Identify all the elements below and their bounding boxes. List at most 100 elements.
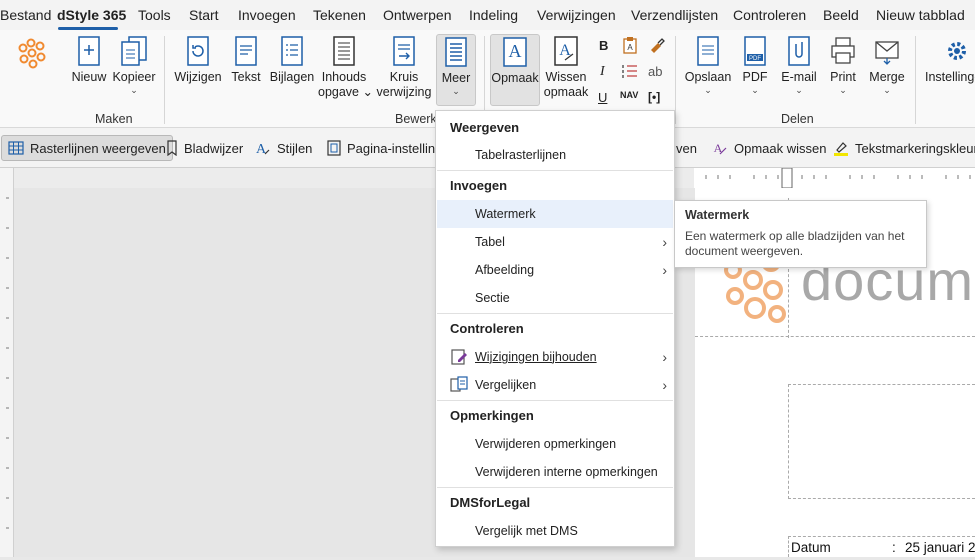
dstyle-logo-icon: [16, 38, 46, 73]
tekst-button[interactable]: Tekst: [228, 36, 264, 85]
opmaak-wissen-label: Opmaak wissen: [734, 140, 827, 156]
tab-ontwerpen[interactable]: Ontwerpen: [383, 7, 451, 23]
chevron-right-icon: ›: [662, 377, 667, 393]
nav-button[interactable]: NAV: [620, 90, 638, 100]
datum-colon: :: [892, 540, 896, 555]
bladwijzer-button[interactable]: Bladwijzer: [166, 135, 243, 161]
wissen-label-2: opmaak: [543, 85, 589, 99]
menu-item-label: Verwijderen interne opmerkingen: [475, 465, 658, 479]
kopieer-button[interactable]: Kopieer ⌄: [111, 36, 157, 95]
ribbon-separator: [675, 36, 676, 124]
tab-verwijzingen[interactable]: Verwijzingen: [537, 7, 616, 23]
tab-tools[interactable]: Tools: [138, 7, 171, 23]
chevron-right-icon: ›: [662, 349, 667, 365]
tab-dstyle365[interactable]: dStyle 365: [57, 7, 126, 23]
format-painter-icon[interactable]: [648, 36, 666, 57]
tooltip-description: Een watermerk op alle bladzijden van het…: [685, 229, 905, 258]
menu-item-label: Verwijderen opmerkingen: [475, 437, 617, 451]
nieuw-button[interactable]: Nieuw: [70, 36, 108, 85]
copy-document-icon: [121, 36, 147, 66]
ribbon-separator: [164, 36, 165, 124]
email-button[interactable]: E-mail ⌄: [778, 36, 820, 95]
print-button[interactable]: Print ⌄: [826, 36, 860, 95]
menu-item-vergelijk-met-dms[interactable]: Vergelijk met DMS: [437, 517, 673, 545]
inhoudsopgave-label-1: Inhouds: [321, 70, 367, 84]
tab-start[interactable]: Start: [189, 7, 219, 23]
rasterlijnen-weergeven-button[interactable]: Rasterlijnen weergeven: [1, 135, 173, 161]
opmaak-button[interactable]: A Opmaak: [490, 34, 540, 106]
tab-tekenen[interactable]: Tekenen: [313, 7, 366, 23]
tab-indeling[interactable]: Indeling: [469, 7, 518, 23]
numbered-list-icon[interactable]: [621, 62, 639, 83]
menu-item-tabel[interactable]: Tabel ›: [437, 228, 673, 256]
opmaak-wissen-button[interactable]: A Opmaak wissen: [712, 135, 827, 161]
tab-bestand[interactable]: Bestand: [0, 7, 51, 23]
pagina-instelling-button[interactable]: Pagina-instelling: [327, 135, 442, 161]
menu-item-verwijderen-opmerkingen[interactable]: Verwijderen opmerkingen: [437, 430, 673, 458]
wijzigen-button[interactable]: Wijzigen: [174, 36, 222, 85]
wissen-opmaak-button[interactable]: A Wissen opmaak: [542, 36, 590, 100]
meer-dropdown-menu: Weergeven Tabelrasterlijnen Invoegen Wat…: [435, 110, 675, 547]
menu-item-sectie[interactable]: Sectie: [437, 284, 673, 312]
tab-verzendlijsten[interactable]: Verzendlijsten: [631, 7, 718, 23]
menu-item-vergelijken[interactable]: Vergelijken ›: [437, 371, 673, 399]
paste-format-icon[interactable]: A: [621, 36, 639, 57]
section-header-dmsforlegal: DMSforLegal: [450, 495, 531, 510]
bijlagen-button[interactable]: Bijlagen: [268, 36, 316, 85]
clear-style-icon: A: [554, 36, 578, 66]
chevron-down-icon: ⌄: [883, 85, 891, 95]
menu-item-label: Tabel: [475, 235, 505, 249]
field-bracket-button[interactable]: [•]: [648, 90, 660, 104]
email-label: E-mail: [781, 70, 817, 84]
inhoudsopgave-label-2: opgave ⌄: [318, 85, 373, 99]
menu-bar: Bestand dStyle 365 Tools Start Invoegen …: [0, 0, 975, 30]
menu-item-verwijderen-interne-opmerkingen[interactable]: Verwijderen interne opmerkingen: [437, 458, 673, 486]
email-attachment-icon: [788, 36, 810, 66]
italic-button[interactable]: I: [600, 64, 605, 80]
print-label: Print: [830, 70, 856, 84]
datum-value: 25 januari 2: [905, 540, 975, 555]
merge-envelope-icon: [875, 41, 899, 65]
attachment-list-icon: [281, 36, 303, 66]
tab-nieuw-tabblad[interactable]: Nieuw tabblad: [876, 7, 965, 23]
vertical-ruler: [0, 168, 14, 557]
instellingen-label: Instellingen: [925, 70, 975, 84]
stijlen-button[interactable]: A Stijlen: [255, 135, 312, 161]
vertical-ruler-ticks: [6, 197, 9, 529]
track-changes-icon: [451, 349, 467, 365]
gear-icon: [948, 42, 966, 60]
cross-reference-icon: [393, 36, 415, 66]
pagina-instelling-label: Pagina-instelling: [347, 140, 443, 156]
compare-documents-icon: [450, 376, 468, 392]
tab-controleren[interactable]: Controleren: [733, 7, 806, 23]
inhoudsopgave-button[interactable]: Inhouds opgave ⌄: [318, 36, 373, 100]
menu-item-watermerk[interactable]: Watermerk: [437, 200, 673, 228]
meer-button[interactable]: Meer ⌄: [436, 34, 476, 106]
menu-item-afbeelding[interactable]: Afbeelding ›: [437, 256, 673, 284]
kruisverwijzing-button[interactable]: Kruis verwijzing: [374, 36, 434, 100]
pdf-label: PDF: [742, 70, 768, 84]
menu-item-wijzigingen-bijhouden[interactable]: Wijzigingen bijhouden ›: [437, 343, 673, 371]
menu-item-label: Sectie: [475, 291, 510, 305]
tab-beeld[interactable]: Beeld: [823, 7, 859, 23]
wijzigen-label: Wijzigen: [174, 70, 222, 84]
opslaan-button[interactable]: Opslaan ⌄: [684, 36, 732, 95]
instellingen-button[interactable]: Instellingen: [925, 36, 975, 85]
merge-button[interactable]: Merge ⌄: [866, 36, 908, 95]
menu-item-label: Watermerk: [475, 207, 536, 221]
watermerk-tooltip: Watermerk Een watermerk op alle bladzijd…: [674, 200, 927, 268]
style-a-icon: A: [503, 37, 527, 67]
menu-item-tabelrasterlijnen[interactable]: Tabelrasterlijnen: [437, 141, 673, 169]
underline-button[interactable]: U: [598, 90, 607, 105]
chevron-right-icon: ›: [662, 262, 667, 278]
weergeven-button[interactable]: ven: [676, 135, 697, 161]
pdf-button[interactable]: PDF PDF ⌄: [738, 36, 772, 95]
tab-invoegen[interactable]: Invoegen: [238, 7, 296, 23]
bold-button[interactable]: B: [599, 38, 608, 53]
menu-divider: [437, 487, 673, 488]
tekstmarkeringskleur-button[interactable]: Tekstmarkeringskleur ⌄: [833, 135, 975, 161]
subscript-button[interactable]: ab: [648, 64, 662, 79]
opslaan-label: Opslaan: [684, 70, 732, 84]
content-table: [788, 384, 975, 499]
chevron-down-icon: ⌄: [704, 85, 712, 95]
